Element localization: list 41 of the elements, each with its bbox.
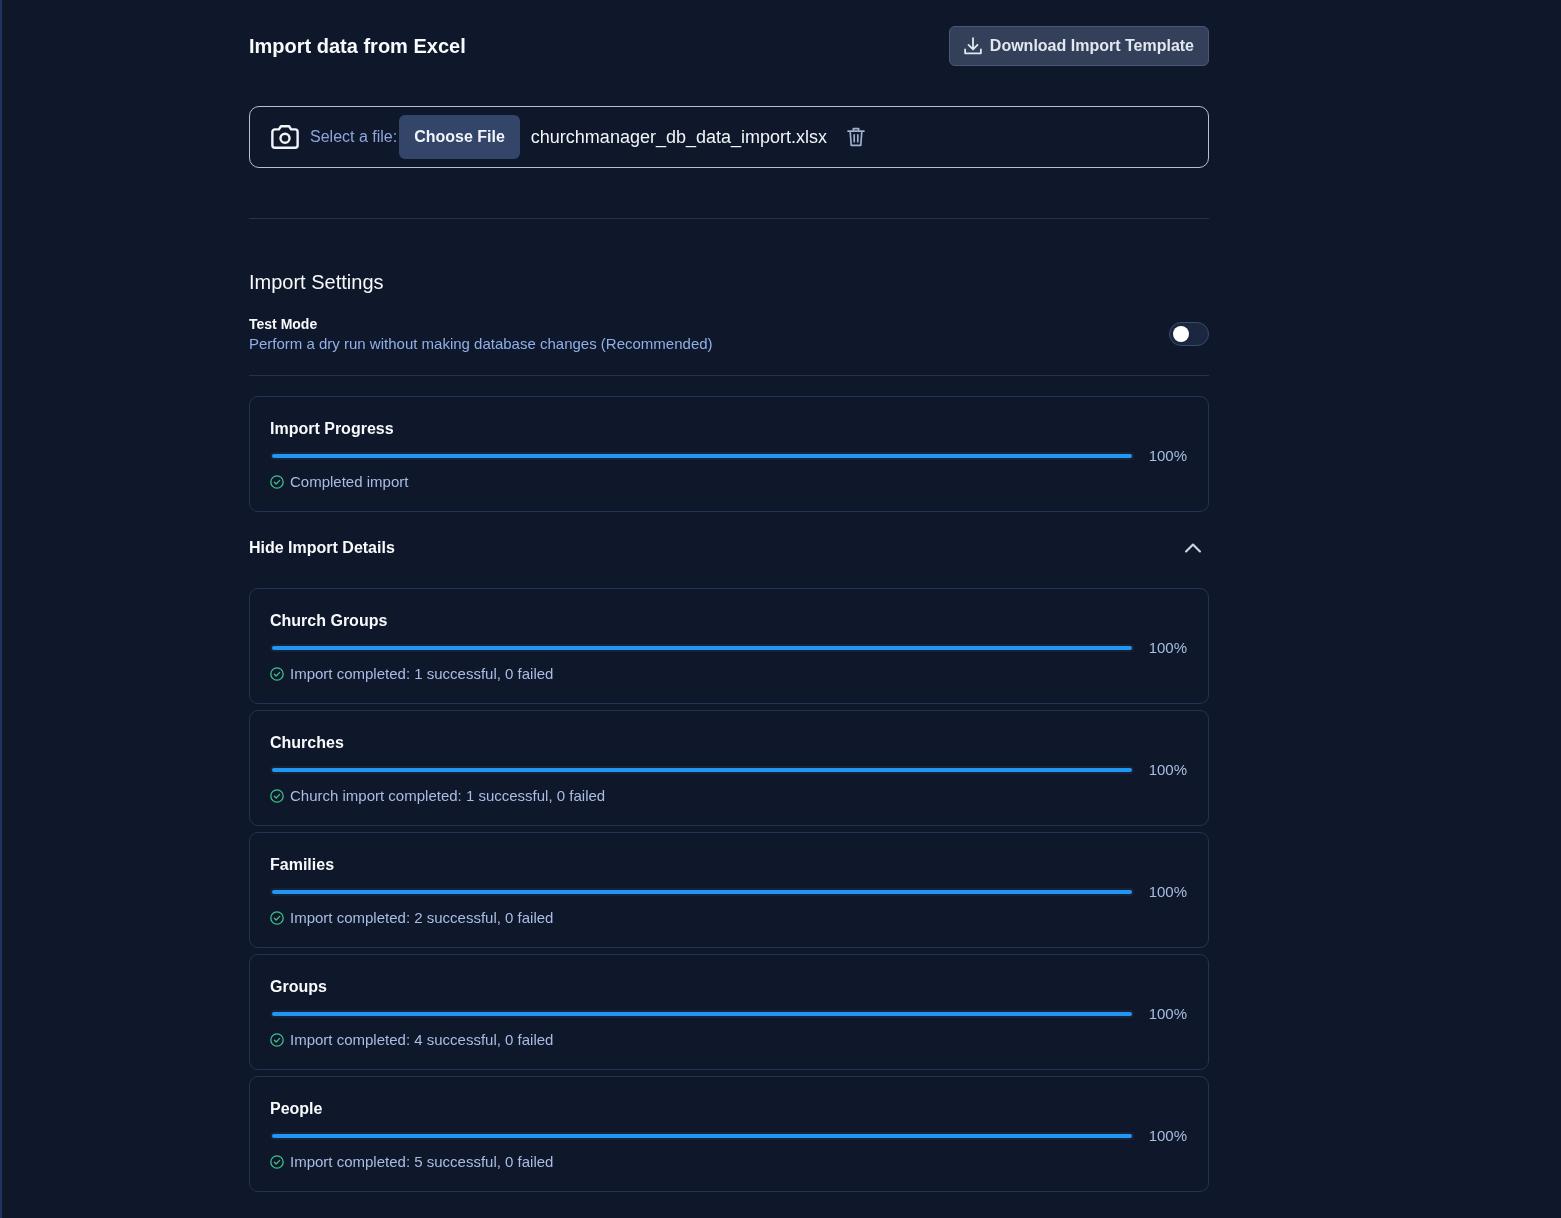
check-circle-icon [270,475,284,489]
details-toggle[interactable]: Hide Import Details [249,537,395,559]
camera-icon [271,125,299,149]
collapse-button[interactable] [1185,543,1201,553]
card-title: Churches [270,733,345,753]
check-circle-icon [270,667,284,681]
check-circle-icon [270,911,284,925]
download-icon [963,37,982,55]
progress-percent: 100% [1147,638,1187,658]
check-circle-icon [270,1033,284,1047]
check-circle-icon [270,789,284,803]
card-title: Families [270,855,336,875]
status-text: Import completed: 5 successful, 0 failed [290,1152,554,1172]
file-label: Select a file: [310,127,398,147]
status-text: Import completed: 1 successful, 0 failed [290,664,554,684]
option-description: Perform a dry run without making database changes (Recommended) [249,334,713,354]
choose-file-button[interactable]: Choose File [399,115,520,159]
status-text: Import completed: 4 successful, 0 failed [290,1030,554,1050]
check-circle-icon [270,1155,284,1169]
delete-file-button[interactable] [847,127,865,147]
chevron-up-icon [1185,543,1201,553]
file-name: churchmanager_db_data_import.xlsx [530,125,827,150]
status-text: Completed import [290,472,409,492]
option-label: Test Mode [249,315,319,334]
progress-percent: 100% [1147,882,1187,902]
progress-percent: 100% [1147,1126,1187,1146]
status-text: Import completed: 2 successful, 0 failed [290,908,554,928]
card-title: People [270,1099,324,1119]
section-title: Import Settings [249,270,385,295]
file-picker-field[interactable]: Select a file: Choose File churchmanager_db_data_import.xlsx [249,106,1209,168]
trash-icon [847,127,865,147]
download-template-button[interactable]: Download Import Template [948,26,1209,66]
progress-percent: 100% [1147,1004,1187,1024]
card-title: Church Groups [270,611,389,631]
status-text: Church import completed: 1 successful, 0 failed [290,786,606,806]
card-title: Groups [270,977,328,997]
toggle-switch[interactable] [1169,322,1209,346]
progress-percent: 100% [1147,760,1187,780]
card-title: Import Progress [270,419,395,439]
progress-percent: 100% [1147,446,1187,466]
page-title: Import data from Excel [249,34,466,59]
